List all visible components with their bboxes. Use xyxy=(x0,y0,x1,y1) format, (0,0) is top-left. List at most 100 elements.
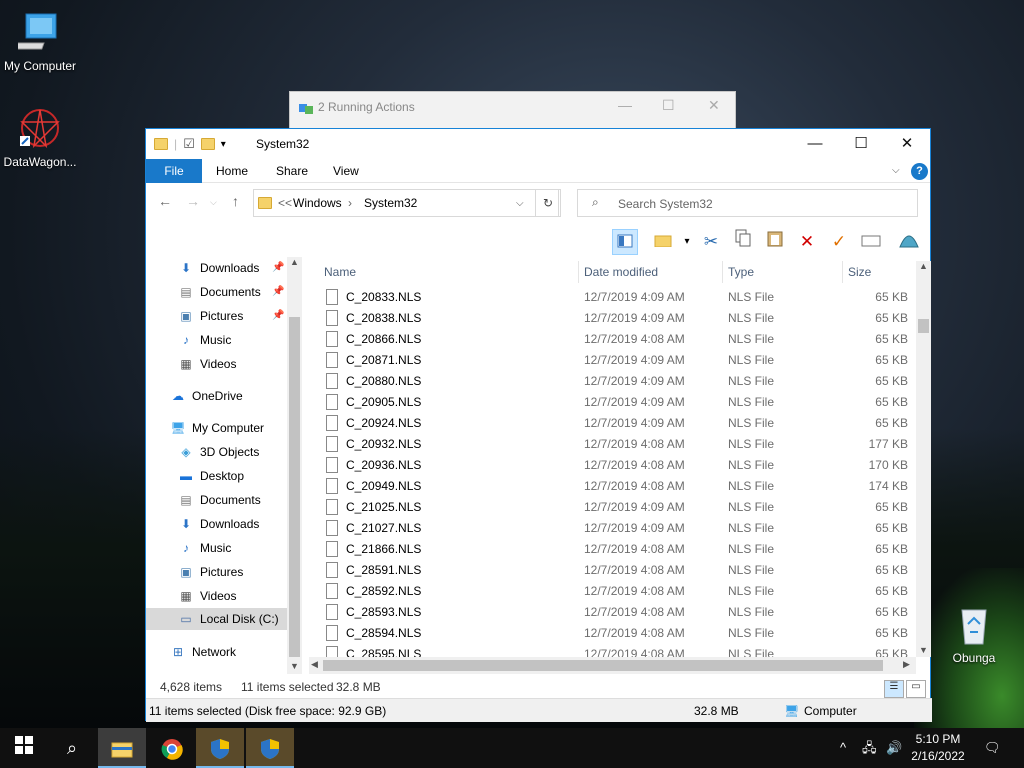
nav-item-onedrive[interactable]: ☁ OneDrive xyxy=(170,385,243,407)
start-button[interactable] xyxy=(0,728,48,768)
clock[interactable]: 5:10 PM 2/16/2022 xyxy=(908,731,968,765)
table-row[interactable]: C_28593.NLS 12/7/2019 4:08 AM NLS File 65 K… xyxy=(318,602,918,623)
table-row[interactable]: C_21025.NLS 12/7/2019 4:09 AM NLS File 65 K… xyxy=(318,497,918,518)
table-row[interactable]: C_20833.NLS 12/7/2019 4:09 AM NLS File 65 K… xyxy=(318,287,918,308)
table-row[interactable]: C_20936.NLS 12/7/2019 4:08 AM NLS File 170 … xyxy=(318,455,918,476)
nav-item-music[interactable]: ♪ Music xyxy=(178,537,231,559)
running-actions-dialog[interactable]: 2 Running Actions — ☐ ✕ xyxy=(289,91,736,131)
table-row[interactable]: C_28592.NLS 12/7/2019 4:08 AM NLS File 65 K… xyxy=(318,581,918,602)
taskbar-file-explorer[interactable] xyxy=(98,728,146,768)
tab-file[interactable]: File xyxy=(146,159,202,183)
customize-dropdown-icon[interactable]: ▾ xyxy=(221,139,226,150)
preview-pane-icon[interactable] xyxy=(612,229,638,255)
breadcrumb-windows[interactable]: Windows xyxy=(293,196,342,210)
close-button[interactable]: ✕ xyxy=(884,129,930,159)
nav-item-my-computer[interactable]: 🖥 My Computer xyxy=(170,417,264,439)
desktop-icon-obunga[interactable]: Obunga xyxy=(934,602,1014,665)
properties-icon[interactable]: ☑ xyxy=(183,136,195,152)
scroll-down-icon[interactable]: ▼ xyxy=(919,645,928,655)
horizontal-scrollbar[interactable]: ◀ ▶ xyxy=(309,657,916,674)
pin-icon[interactable]: 📌 xyxy=(272,310,284,321)
nav-item-documents[interactable]: ▤ Documents xyxy=(178,489,260,511)
notifications-icon[interactable]: 🗨 xyxy=(984,728,1001,768)
dialog-close-button[interactable]: ✕ xyxy=(708,97,720,114)
table-row-partial[interactable] xyxy=(318,277,918,285)
nav-item-documents-pinned[interactable]: ▤ Documents xyxy=(178,281,260,303)
nav-item-pictures-pinned[interactable]: ▣ Pictures xyxy=(178,305,243,327)
address-bar[interactable]: << Windows › System32 ⌵ xyxy=(253,189,559,217)
dialog-minimize-button[interactable]: — xyxy=(618,97,632,113)
nav-item-downloads-pinned[interactable]: ⬇ Downloads xyxy=(178,257,259,279)
nav-item-network[interactable]: ⊞ Network xyxy=(170,641,236,663)
expand-ribbon-icon[interactable]: ⌵ xyxy=(892,165,900,176)
table-row[interactable]: C_21027.NLS 12/7/2019 4:09 AM NLS File 65 K… xyxy=(318,518,918,539)
nav-item-music-pinned[interactable]: ♪ Music xyxy=(178,329,231,351)
recent-locations-icon[interactable]: ⌵ xyxy=(210,197,217,208)
pin-icon[interactable]: 📌 xyxy=(272,286,284,297)
cut-icon[interactable]: ✂ xyxy=(698,229,724,255)
dropdown-icon[interactable]: ▾ xyxy=(674,229,700,255)
table-row[interactable]: C_20880.NLS 12/7/2019 4:09 AM NLS File 65 K… xyxy=(318,371,918,392)
table-row[interactable]: C_20924.NLS 12/7/2019 4:09 AM NLS File 65 K… xyxy=(318,413,918,434)
new-folder-icon[interactable] xyxy=(650,229,676,255)
tab-view[interactable]: View xyxy=(323,159,369,183)
scroll-up-icon[interactable]: ▲ xyxy=(290,257,299,267)
up-arrow-icon[interactable]: ↑ xyxy=(232,193,239,209)
table-row[interactable]: C_20871.NLS 12/7/2019 4:09 AM NLS File 65 K… xyxy=(318,350,918,371)
delete-icon[interactable]: ✕ xyxy=(794,229,820,255)
volume-icon[interactable]: 🔊 xyxy=(886,728,902,768)
desktop-icon-my-computer[interactable]: My Computer xyxy=(0,10,80,73)
table-row[interactable]: C_20838.NLS 12/7/2019 4:09 AM NLS File 65 K… xyxy=(318,308,918,329)
maximize-button[interactable]: ☐ xyxy=(838,129,884,159)
title-bar[interactable]: | ☑ ▾ System32 — ☐ ✕ xyxy=(146,129,930,159)
scrollbar-thumb[interactable] xyxy=(323,660,883,671)
refresh-button[interactable]: ↻ xyxy=(535,189,561,217)
nav-item-pictures[interactable]: ▣ Pictures xyxy=(178,561,243,583)
table-row[interactable]: C_28595.NLS 12/7/2019 4:08 AM NLS File 65 K… xyxy=(318,644,918,657)
table-row[interactable]: C_20932.NLS 12/7/2019 4:08 AM NLS File 177 … xyxy=(318,434,918,455)
show-hidden-icons-icon[interactable]: ^ xyxy=(840,728,846,768)
checkmark-icon[interactable]: ✓ xyxy=(826,229,852,255)
scrollbar-thumb[interactable] xyxy=(918,319,929,333)
large-icons-view-icon[interactable]: ▭ xyxy=(906,680,926,698)
table-row[interactable]: C_21866.NLS 12/7/2019 4:08 AM NLS File 65 K… xyxy=(318,539,918,560)
tab-share[interactable]: Share xyxy=(266,159,318,183)
new-folder-icon[interactable] xyxy=(200,138,215,150)
file-list-scrollbar[interactable]: ▲ ▼ xyxy=(916,261,931,657)
minimize-button[interactable]: — xyxy=(792,129,838,159)
nav-item-3d-objects[interactable]: ◈ 3D Objects xyxy=(178,441,259,463)
scroll-right-icon[interactable]: ▶ xyxy=(903,659,910,670)
nav-item-videos-pinned[interactable]: ▦ Videos xyxy=(178,353,236,375)
nav-item-videos[interactable]: ▦ Videos xyxy=(178,585,236,607)
back-arrow-icon[interactable]: ← xyxy=(158,193,172,209)
help-icon[interactable]: ? xyxy=(911,163,928,180)
scroll-left-icon[interactable]: ◀ xyxy=(311,659,318,670)
search-button[interactable]: ⌕ xyxy=(48,728,96,768)
pin-icon[interactable]: 📌 xyxy=(272,262,284,273)
breadcrumb-overflow[interactable]: << xyxy=(278,196,292,210)
details-view-icon[interactable]: ☰ xyxy=(884,680,904,698)
scroll-down-icon[interactable]: ▼ xyxy=(290,661,299,671)
taskbar-chrome[interactable] xyxy=(148,728,196,768)
nav-item-downloads[interactable]: ⬇ Downloads xyxy=(178,513,259,535)
scroll-up-icon[interactable]: ▲ xyxy=(919,261,928,271)
taskbar-uac-app-2[interactable] xyxy=(246,728,294,768)
network-icon[interactable]: 🖧 xyxy=(862,728,877,768)
shell-icon[interactable] xyxy=(896,229,922,255)
nav-item-local-disk[interactable]: ▭ Local Disk (C:) xyxy=(146,608,287,630)
table-row[interactable]: C_20905.NLS 12/7/2019 4:09 AM NLS File 65 K… xyxy=(318,392,918,413)
dialog-maximize-button[interactable]: ☐ xyxy=(662,97,675,114)
copy-icon[interactable] xyxy=(730,229,756,255)
address-dropdown-icon[interactable]: ⌵ xyxy=(516,198,524,209)
paste-icon[interactable] xyxy=(762,229,788,255)
scrollbar-thumb[interactable] xyxy=(289,317,300,657)
desktop-icon-datawagon[interactable]: DataWagon... xyxy=(0,106,80,169)
table-row[interactable]: C_28591.NLS 12/7/2019 4:08 AM NLS File 65 K… xyxy=(318,560,918,581)
search-box[interactable]: ⌕ Search System32 xyxy=(577,189,918,217)
table-row[interactable]: C_20949.NLS 12/7/2019 4:08 AM NLS File 174 … xyxy=(318,476,918,497)
forward-arrow-icon[interactable]: → xyxy=(186,193,200,209)
nav-scrollbar[interactable]: ▲ ▼ xyxy=(287,257,302,674)
tab-home[interactable]: Home xyxy=(206,159,258,183)
breadcrumb-system32[interactable]: System32 xyxy=(364,196,417,210)
nav-item-desktop[interactable]: ▬ Desktop xyxy=(178,465,244,487)
